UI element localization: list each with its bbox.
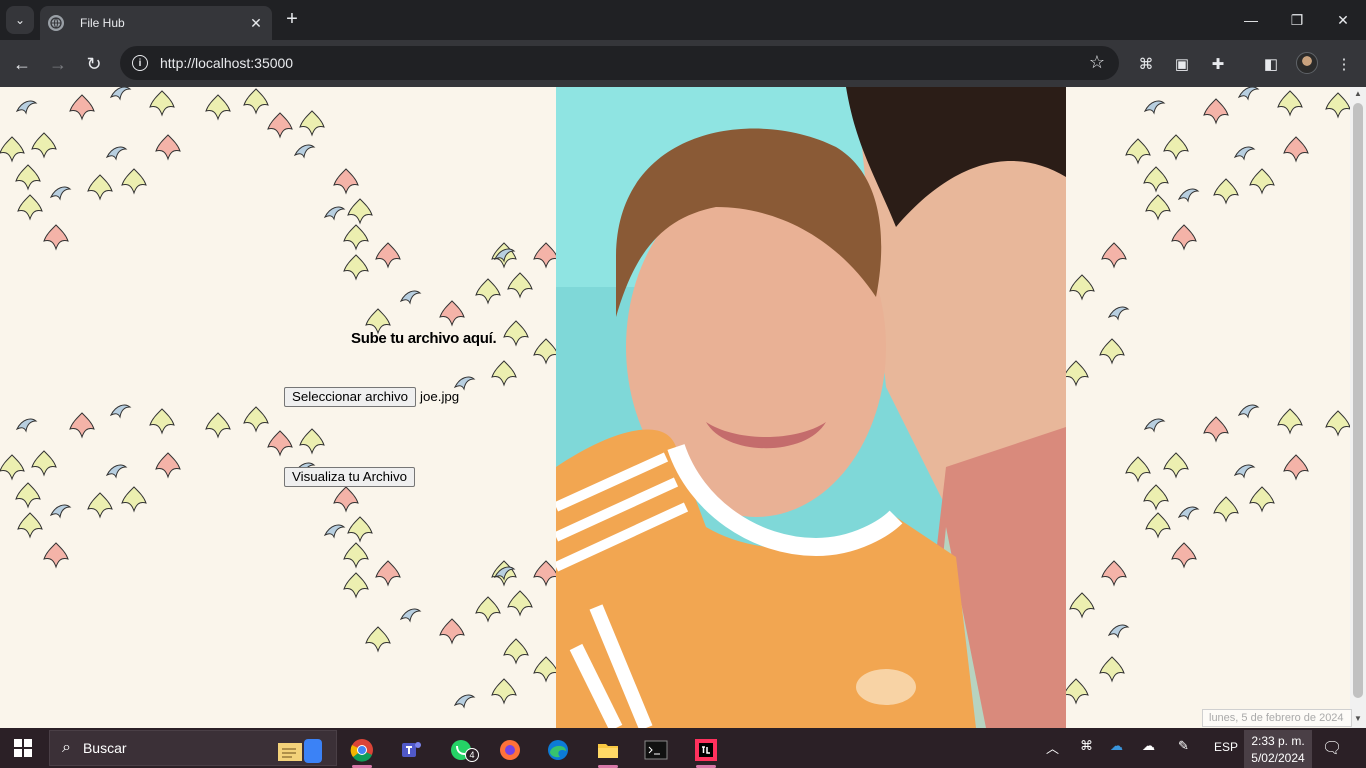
- bookmark-star-icon[interactable]: ☆: [1089, 52, 1105, 73]
- whatsapp-badge: 4: [465, 748, 479, 762]
- clock-time: 2:33 p. m.: [1251, 734, 1305, 748]
- upload-title: Sube tu archivo aquí.: [351, 330, 497, 347]
- tab-search-icon[interactable]: ⌄: [6, 6, 34, 34]
- search-icon: ⌕: [62, 739, 71, 756]
- forward-icon[interactable]: →: [44, 50, 72, 78]
- taskbar-search-label: Buscar: [82, 740, 127, 756]
- language-indicator[interactable]: ESP: [1214, 740, 1238, 754]
- windows-taskbar: ⌕ Buscar 4 ︿ ⌘ ☁ ☁ ✎ ESP: [0, 728, 1366, 768]
- puzzle-icon[interactable]: ✚: [1206, 52, 1230, 76]
- extension-icon[interactable]: ⌘: [1134, 52, 1158, 76]
- chevron-up-icon[interactable]: ︿: [1046, 738, 1059, 757]
- meet-now-icon[interactable]: ⌘: [1080, 738, 1093, 754]
- select-file-button[interactable]: Seleccionar archivo: [284, 387, 417, 407]
- onedrive-icon[interactable]: ☁: [1110, 738, 1123, 754]
- selected-file-name: joe.jpg: [420, 389, 460, 404]
- browser-toolbar: ← → ↻ i http://localhost:35000 ☆ ⌘ ▣ ✚ ◧…: [0, 40, 1366, 87]
- browser-tab-bar: ⌄ File Hub ✕ + — ❐ ✕: [0, 0, 1366, 40]
- leaf-pattern-background-right: [1066, 87, 1350, 728]
- chrome-icon[interactable]: [342, 732, 382, 768]
- teams-icon[interactable]: [392, 732, 432, 768]
- edge-icon[interactable]: [538, 732, 578, 768]
- back-icon[interactable]: ←: [8, 50, 36, 78]
- minimize-icon[interactable]: —: [1228, 0, 1274, 40]
- terminal-icon[interactable]: [636, 732, 676, 768]
- site-info-icon[interactable]: i: [132, 55, 148, 71]
- new-tab-icon[interactable]: +: [280, 8, 304, 32]
- cloud-icon[interactable]: ☁: [1142, 738, 1155, 754]
- view-file-button[interactable]: Visualiza tu Archivo: [284, 467, 416, 487]
- page-viewport: Sube tu archivo aquí. Seleccionar archiv…: [0, 87, 1350, 728]
- intellij-icon[interactable]: [686, 732, 726, 768]
- tab-title: File Hub: [80, 16, 125, 30]
- restore-icon[interactable]: ❐: [1274, 0, 1320, 40]
- notepad-icon[interactable]: [264, 732, 340, 768]
- leaf-pattern-background: [0, 87, 556, 728]
- clock-date: 5/02/2024: [1251, 751, 1305, 765]
- scrollbar-thumb[interactable]: [1353, 103, 1363, 698]
- extension-icon[interactable]: ▣: [1170, 52, 1194, 76]
- globe-icon: [48, 15, 64, 31]
- firefox-icon[interactable]: [490, 732, 530, 768]
- pen-icon[interactable]: ✎: [1178, 738, 1189, 754]
- page-scrollbar[interactable]: ▲ ▼: [1350, 87, 1366, 728]
- close-icon[interactable]: ✕: [248, 15, 264, 32]
- uploaded-image: [556, 87, 1066, 728]
- reload-icon[interactable]: ↻: [80, 50, 108, 78]
- profile-avatar[interactable]: [1296, 52, 1318, 74]
- window-close-icon[interactable]: ✕: [1320, 0, 1366, 40]
- tab-file-hub[interactable]: File Hub ✕: [40, 6, 272, 40]
- file-explorer-icon[interactable]: [588, 732, 628, 768]
- url-text[interactable]: http://localhost:35000: [160, 55, 293, 71]
- side-panel-icon[interactable]: ◧: [1259, 52, 1283, 76]
- whatsapp-icon[interactable]: 4: [441, 732, 481, 768]
- scroll-up-icon[interactable]: ▲: [1353, 89, 1363, 101]
- scroll-down-icon[interactable]: ▼: [1353, 714, 1363, 726]
- address-bar[interactable]: i http://localhost:35000 ☆: [120, 46, 1119, 80]
- menu-icon[interactable]: ⋮: [1332, 52, 1356, 76]
- notification-icon[interactable]: 🗨: [1322, 738, 1342, 758]
- date-tooltip: lunes, 5 de febrero de 2024: [1202, 709, 1352, 727]
- start-icon[interactable]: [14, 739, 32, 757]
- taskbar-clock[interactable]: 2:33 p. m. 5/02/2024: [1244, 730, 1312, 768]
